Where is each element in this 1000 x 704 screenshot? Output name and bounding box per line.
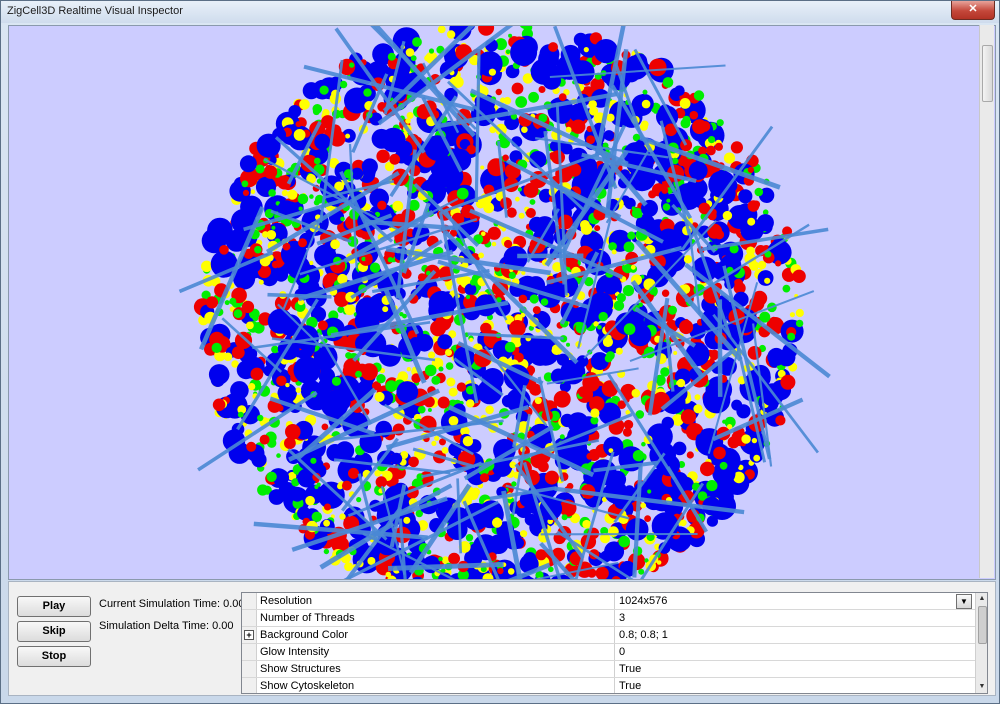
- cell-render: [178, 26, 831, 579]
- property-name: Resolution: [257, 593, 615, 609]
- current-simulation-time: Current Simulation Time: 0.00: [99, 598, 245, 610]
- skip-button[interactable]: Skip: [17, 621, 91, 642]
- row-gutter: [242, 610, 257, 626]
- property-grid: Resolution 1024x576 ▼ Number of Threads …: [241, 592, 988, 694]
- property-value[interactable]: 0.8; 0.8; 1: [615, 627, 975, 643]
- row-gutter: +: [242, 627, 257, 643]
- close-icon: ✕: [968, 3, 978, 15]
- property-row-resolution[interactable]: Resolution 1024x576 ▼: [242, 593, 975, 610]
- scroll-down-icon[interactable]: ▼: [976, 681, 987, 693]
- property-name: Background Color: [257, 627, 615, 643]
- property-row-show-cytoskeleton[interactable]: Show Cytoskeleton True: [242, 678, 975, 693]
- row-gutter: [242, 593, 257, 609]
- property-value[interactable]: 3: [615, 610, 975, 626]
- chevron-down-icon[interactable]: ▼: [956, 594, 972, 609]
- close-button[interactable]: ✕: [951, 1, 995, 20]
- viewport-scrollbar[interactable]: [979, 25, 994, 578]
- simulation-delta-time: Simulation Delta Time: 0.00: [99, 620, 234, 632]
- stop-button[interactable]: Stop: [17, 646, 91, 667]
- property-row-background-color[interactable]: + Background Color 0.8; 0.8; 1: [242, 627, 975, 644]
- resolution-select[interactable]: 1024x576 ▼: [615, 593, 975, 609]
- property-name: Number of Threads: [257, 610, 615, 626]
- property-row-threads[interactable]: Number of Threads 3: [242, 610, 975, 627]
- property-value[interactable]: True: [615, 678, 975, 693]
- property-name: Glow Intensity: [257, 644, 615, 660]
- title-bar[interactable]: ZigCell3D Realtime Visual Inspector ✕: [1, 1, 999, 23]
- row-gutter: [242, 678, 257, 693]
- control-panel: Play Skip Stop Current Simulation Time: …: [8, 581, 996, 696]
- property-value[interactable]: True: [615, 661, 975, 677]
- property-name: Show Structures: [257, 661, 615, 677]
- window-title: ZigCell3D Realtime Visual Inspector: [7, 5, 183, 17]
- play-button[interactable]: Play: [17, 596, 91, 617]
- scroll-up-icon[interactable]: ▲: [976, 593, 987, 605]
- expand-icon[interactable]: +: [244, 630, 254, 640]
- property-name: Show Cytoskeleton: [257, 678, 615, 693]
- property-row-glow-intensity[interactable]: Glow Intensity 0: [242, 644, 975, 661]
- scrollbar-thumb[interactable]: [982, 45, 993, 102]
- property-grid-scrollbar[interactable]: ▲ ▼: [975, 593, 987, 693]
- property-value: 1024x576: [619, 595, 668, 607]
- property-value[interactable]: 0: [615, 644, 975, 660]
- property-row-show-structures[interactable]: Show Structures True: [242, 661, 975, 678]
- row-gutter: [242, 661, 257, 677]
- app-window: ZigCell3D Realtime Visual Inspector ✕ Pl…: [0, 0, 1000, 704]
- row-gutter: [242, 644, 257, 660]
- scrollbar-thumb[interactable]: [978, 606, 987, 644]
- 3d-viewport[interactable]: [8, 25, 996, 580]
